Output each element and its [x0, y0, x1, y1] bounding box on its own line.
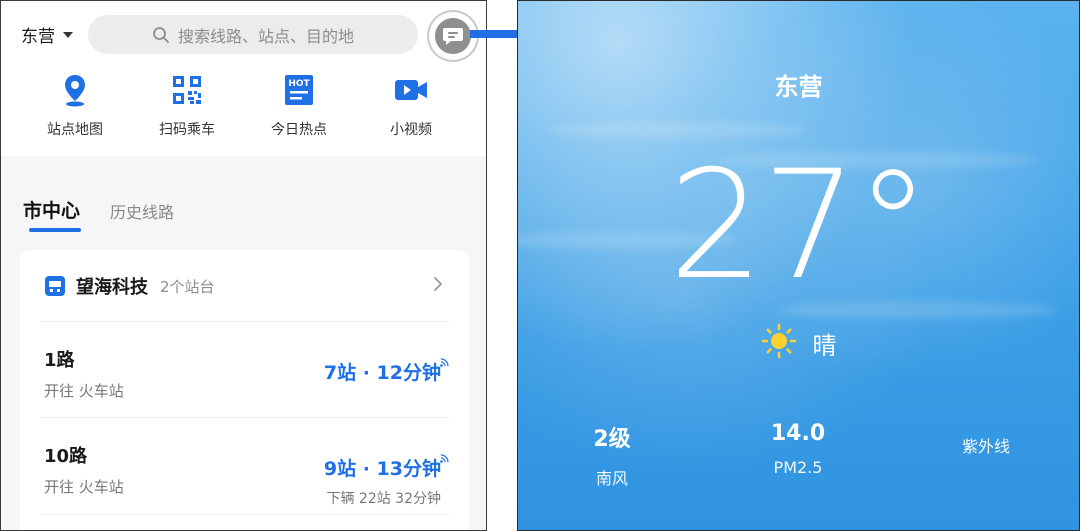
wind-direction: 南风 — [595, 469, 628, 488]
pm25-stat: 14.0 PM2.5 — [738, 421, 858, 477]
station-card: 望海科技 2个站台 1路 开往 火车站 7站 · 12分钟 10路 开往 火车站… — [20, 250, 469, 530]
svg-text:HOT: HOT — [288, 79, 310, 89]
bus-stop-icon — [44, 275, 66, 297]
route-eta: 9站 · 13分钟 — [323, 458, 441, 480]
hot-news-icon: HOT — [282, 73, 316, 107]
station-name: 望海科技 — [76, 277, 148, 298]
divider — [40, 514, 449, 515]
sun-icon — [761, 323, 797, 363]
quick-label: 扫码乘车 — [159, 122, 215, 138]
chat-bubble-icon — [435, 18, 471, 54]
next-bus-info: 下辆 22站 32分钟 — [326, 491, 441, 507]
bus-app-screen: 东营 搜索线路、站点、目的地 站点地图 扫码乘车 HOT 今日热点 小视频 市中… — [0, 0, 487, 531]
pm25-value: 14.0 — [770, 421, 826, 446]
qr-code-icon — [170, 73, 204, 107]
uv-stat: 紫外线 — [926, 421, 1046, 457]
app-header: 东营 搜索线路、站点、目的地 站点地图 扫码乘车 HOT 今日热点 小视频 — [1, 1, 486, 156]
cloud-streak — [548, 121, 808, 139]
city-name: 东营 — [21, 27, 55, 47]
tab-history-routes[interactable]: 历史线路 — [110, 199, 174, 223]
route-name: 10路 — [44, 446, 88, 467]
search-icon — [152, 26, 170, 44]
quick-short-video[interactable]: 小视频 — [355, 73, 467, 139]
quick-label: 今日热点 — [271, 122, 327, 138]
quick-label: 小视频 — [390, 122, 432, 138]
route-name: 1路 — [44, 350, 75, 371]
quick-station-map[interactable]: 站点地图 — [19, 73, 131, 139]
platform-count: 2个站台 — [160, 277, 215, 296]
tab-bar: 市中心 历史线路 — [23, 196, 174, 232]
uv-label: 紫外线 — [961, 437, 1010, 456]
temperature-value: 27° — [668, 139, 931, 313]
tab-city-center[interactable]: 市中心 — [23, 196, 82, 232]
caret-down-icon — [63, 31, 73, 38]
location-pin-icon — [58, 73, 92, 107]
video-camera-icon — [394, 73, 428, 107]
quick-actions: 站点地图 扫码乘车 HOT 今日热点 小视频 — [1, 73, 486, 139]
wind-stat: 2级 南风 — [552, 421, 672, 489]
route-direction: 开往 火车站 — [44, 382, 124, 400]
realtime-signal-icon — [440, 448, 449, 467]
condition-text: 晴 — [812, 331, 837, 360]
route-row[interactable]: 1路 开往 火车站 7站 · 12分钟 — [20, 322, 469, 418]
weather-city: 东营 — [774, 73, 823, 101]
wind-level: 2级 — [593, 427, 631, 452]
weather-panel: 东营 27° 晴 2级 南风 14.0 PM2.5 紫外线 — [517, 0, 1080, 531]
chevron-right-icon — [433, 276, 443, 296]
route-row[interactable]: 10路 开往 火车站 9站 · 13分钟 下辆 22站 32分钟 — [20, 418, 469, 514]
search-input[interactable]: 搜索线路、站点、目的地 — [88, 15, 418, 54]
route-direction: 开往 火车站 — [44, 478, 124, 496]
quick-hot-news[interactable]: HOT 今日热点 — [243, 73, 355, 139]
search-placeholder: 搜索线路、站点、目的地 — [177, 26, 354, 46]
weather-condition: 晴 — [518, 323, 1079, 363]
station-header[interactable]: 望海科技 2个站台 — [20, 250, 469, 322]
pm25-label: PM2.5 — [773, 458, 823, 477]
route-eta: 7站 · 12分钟 — [323, 362, 441, 384]
quick-label: 站点地图 — [47, 122, 103, 138]
city-selector[interactable]: 东营 — [21, 22, 73, 47]
quick-scan-ride[interactable]: 扫码乘车 — [131, 73, 243, 139]
realtime-signal-icon — [440, 352, 449, 371]
